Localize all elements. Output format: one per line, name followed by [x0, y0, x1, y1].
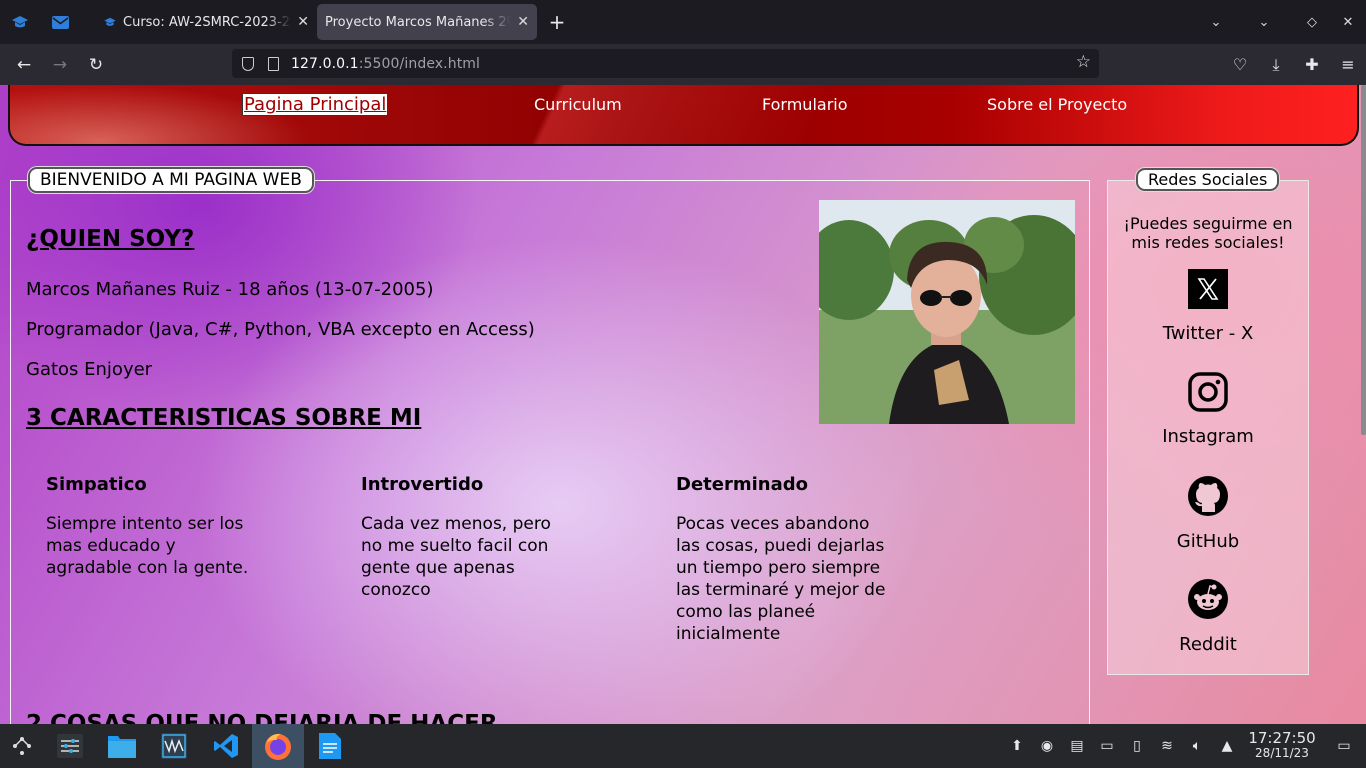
clock-time: 17:27:50	[1248, 729, 1316, 747]
social-link-instagram[interactable]: Instagram	[1108, 372, 1308, 447]
nav-link-curriculum[interactable]: Curriculum	[534, 95, 622, 114]
graduation-cap-icon	[12, 16, 28, 28]
clock[interactable]: 17:27:50 28/11/23	[1242, 731, 1322, 761]
instagram-icon	[1188, 372, 1228, 412]
volume-icon[interactable]: 🔈︎	[1182, 738, 1212, 754]
feature-card: Simpatico Siempre intento ser los mas ed…	[46, 474, 276, 579]
feature-card: Determinado Pocas veces abandono las cos…	[676, 474, 906, 645]
feature-text: Cada vez menos, pero no me suelto facil …	[361, 514, 551, 600]
pinned-tab-moodle[interactable]	[0, 0, 40, 44]
feature-title: Simpatico	[46, 474, 147, 495]
info-line-name: Marcos Mañanes Ruiz - 18 años (13-07-200…	[26, 279, 434, 300]
social-label: Twitter - X	[1162, 323, 1254, 344]
menu-icon[interactable]: ≡	[1330, 55, 1366, 74]
battery-icon[interactable]: ▭	[1092, 738, 1122, 754]
page-info-icon[interactable]	[268, 56, 279, 71]
close-tab-icon[interactable]: ✕	[297, 14, 309, 30]
system-monitor-icon[interactable]	[148, 724, 200, 768]
mail-icon	[51, 15, 69, 29]
info-line-programmer: Programador (Java, C#, Python, VBA excep…	[26, 319, 535, 340]
feature-title: Determinado	[676, 474, 808, 495]
graduation-cap-icon	[104, 17, 116, 26]
reload-button[interactable]: ↻	[78, 49, 114, 81]
tab-project[interactable]: Proyecto Marcos Mañanes 2ºS ✕	[317, 4, 537, 40]
vscode-icon[interactable]	[200, 724, 252, 768]
clock-date: 28/11/23	[1255, 746, 1309, 760]
url-host: 127.0.0.1	[291, 55, 359, 72]
new-tab-button[interactable]: +	[537, 10, 577, 34]
browser-nav-bar: ← → ↻ 127.0.0.1:5500/index.html ☆ ♡ ⤓ ✚ …	[0, 44, 1366, 85]
app-launcher-icon[interactable]	[0, 724, 44, 768]
page-viewport: Pagina Principal Curriculum Formulario S…	[0, 85, 1366, 724]
tab-title: Proyecto Marcos Mañanes 2ºS	[325, 14, 512, 30]
nav-link-about[interactable]: Sobre el Proyecto	[987, 95, 1127, 114]
system-settings-icon[interactable]	[44, 724, 96, 768]
section-legend: BIENVENIDO A MI PAGINA WEB	[28, 167, 314, 193]
tab-course[interactable]: Curso: AW-2SMRC-2023-20 ✕	[95, 4, 317, 40]
site-nav: Pagina Principal Curriculum Formulario S…	[8, 85, 1359, 146]
heading-who-am-i: ¿QUIEN SOY?	[26, 226, 195, 252]
updates-icon[interactable]: ⬆	[1002, 738, 1032, 754]
profile-photo	[819, 200, 1075, 424]
reddit-icon	[1188, 579, 1228, 619]
tray-expand-icon[interactable]: ▲	[1212, 738, 1242, 754]
window-maximize-icon[interactable]: ◇	[1294, 15, 1330, 30]
show-desktop-icon[interactable]: ▭	[1322, 738, 1366, 754]
url-text[interactable]: 127.0.0.1:5500/index.html	[291, 56, 480, 72]
social-sidebar: Redes Sociales ¡Puedes seguirme en mis r…	[1107, 168, 1309, 675]
url-bar[interactable]: 127.0.0.1:5500/index.html ☆	[232, 49, 1099, 78]
downloads-icon[interactable]: ⤓	[1258, 55, 1294, 75]
browser-tab-bar: Curso: AW-2SMRC-2023-20 ✕ Proyecto Marco…	[0, 0, 1366, 44]
usb-device-icon[interactable]: ▯	[1122, 738, 1152, 754]
bookmark-star-icon[interactable]: ☆	[1076, 52, 1091, 72]
list-all-tabs-icon[interactable]: ⌄	[1198, 15, 1234, 30]
tab-title: Curso: AW-2SMRC-2023-20	[123, 14, 292, 30]
window-close-icon[interactable]: ✕	[1330, 15, 1366, 30]
social-link-github[interactable]: GitHub	[1108, 475, 1308, 552]
github-icon	[1188, 476, 1228, 516]
firefox-icon[interactable]	[252, 724, 304, 768]
window-minimize-icon[interactable]: ⌄	[1234, 15, 1294, 30]
info-line-cats: Gatos Enjoyer	[26, 359, 153, 380]
social-link-twitter[interactable]: Twitter - X	[1108, 269, 1308, 344]
close-tab-icon[interactable]: ✕	[517, 14, 529, 30]
pocket-icon[interactable]: ♡	[1222, 55, 1258, 74]
page-scrollbar[interactable]	[1361, 85, 1366, 435]
back-button[interactable]: ←	[6, 49, 42, 81]
social-intro: ¡Puedes seguirme en mis redes sociales!	[1123, 214, 1293, 252]
eye-icon[interactable]: ◉	[1032, 738, 1062, 754]
extensions-icon[interactable]: ✚	[1294, 55, 1330, 74]
feature-title: Introvertido	[361, 474, 484, 495]
x-logo-icon	[1188, 269, 1228, 309]
shield-icon[interactable]	[242, 56, 254, 71]
social-label: Instagram	[1162, 426, 1254, 447]
os-taskbar: ⬆ ◉ ▤ ▭ ▯ ≋ 🔈︎ ▲ 17:27:50 28/11/23 ▭	[0, 724, 1366, 768]
nav-link-home[interactable]: Pagina Principal	[241, 93, 389, 116]
social-label: Reddit	[1179, 634, 1237, 655]
pinned-tab-mail[interactable]	[40, 0, 80, 44]
feature-text: Siempre intento ser los mas educado y ag…	[46, 514, 249, 578]
welcome-section: BIENVENIDO A MI PAGINA WEB ¿QUIEN SOY? M…	[10, 167, 1090, 724]
system-tray: ⬆ ◉ ▤ ▭ ▯ ≋ 🔈︎ ▲ 17:27:50 28/11/23 ▭	[1002, 724, 1366, 768]
nav-link-form[interactable]: Formulario	[762, 95, 848, 114]
clipboard-icon[interactable]: ▤	[1062, 738, 1092, 754]
social-link-reddit[interactable]: Reddit	[1108, 578, 1308, 655]
file-manager-icon[interactable]	[96, 724, 148, 768]
text-editor-icon[interactable]	[304, 724, 356, 768]
feature-text: Pocas veces abandono las cosas, puedi de…	[676, 514, 886, 644]
social-legend: Redes Sociales	[1136, 168, 1280, 191]
forward-button[interactable]: →	[42, 49, 78, 81]
social-label: GitHub	[1176, 531, 1240, 552]
url-path: :5500/index.html	[358, 55, 481, 72]
heading-characteristics: 3 CARACTERISTICAS SOBRE MI	[26, 405, 422, 431]
heading-things-to-do: 2 COSAS QUE NO DEJARIA DE HACER	[26, 711, 498, 724]
wifi-icon[interactable]: ≋	[1152, 738, 1182, 754]
feature-card: Introvertido Cada vez menos, pero no me …	[361, 474, 591, 601]
